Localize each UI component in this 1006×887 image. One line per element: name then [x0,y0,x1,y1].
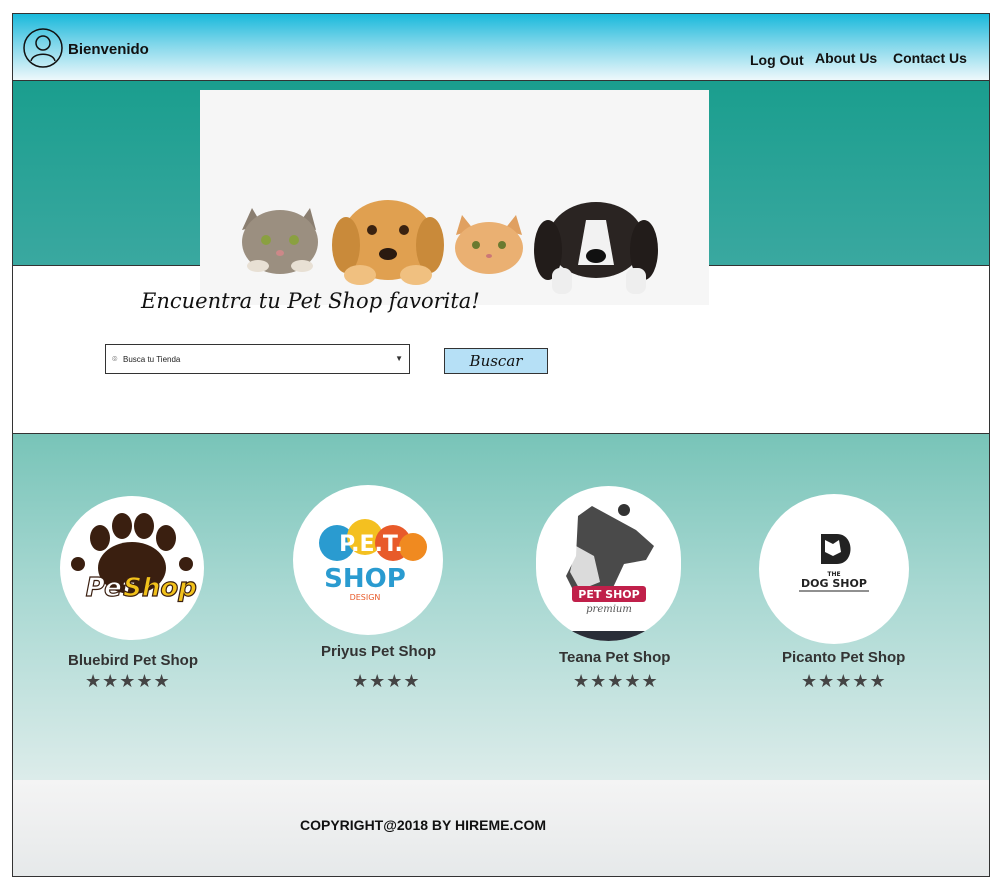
footer: COPYRIGHT@2018 BY HIREME.COM [13,780,989,876]
page-frame: Bienvenido Log Out About Us Contact Us E… [12,13,990,877]
rating-stars-picanto: ★★★★★ [801,671,887,691]
welcome-text: Bienvenido [68,41,149,58]
tabby-cat-illustration [242,208,318,274]
golden-dog-illustration [332,200,444,285]
priyus-logo[interactable]: P.E.T. SHOP DESIGN [293,485,443,635]
user-avatar-icon[interactable] [23,28,63,68]
store-search-placeholder: Busca tu Tienda [123,355,181,364]
orange-cat-illustration [455,215,523,274]
teana-logo[interactable]: PET SHOP premium [536,486,681,641]
priyus-logo-text-design: DESIGN [350,593,381,602]
rating-stars-teana: ★★★★★ [573,671,659,691]
teana-logo-text-premium: premium [586,604,632,615]
shop-name-bluebird[interactable]: Bluebird Pet Shop [68,652,198,669]
hero-tagline: Encuentra tu Pet Shop favorita! [141,289,480,313]
shops-section: Pet Shop Bluebird Pet Shop ★★★★★ P.E.T. … [13,433,989,781]
contact-us-link[interactable]: Contact Us [893,50,967,66]
picanto-logo-text-dogshop: DOG SHOP [801,577,867,590]
shop-name-teana[interactable]: Teana Pet Shop [559,649,670,666]
shop-name-priyus[interactable]: Priyus Pet Shop [321,643,436,660]
chevron-down-icon: ▼ [395,354,403,363]
copyright-text: COPYRIGHT@2018 BY HIREME.COM [300,817,546,833]
black-white-dog-illustration [534,202,658,294]
shop-name-picanto[interactable]: Picanto Pet Shop [782,649,905,666]
location-pin-icon: ⌾ [112,354,118,364]
header: Bienvenido Log Out About Us Contact Us [13,14,989,81]
rating-stars-priyus: ★★★★ [352,671,421,691]
logout-link[interactable]: Log Out [750,52,804,68]
priyus-logo-text-pet: P.E.T. [339,532,403,557]
hero-pets-image [200,90,709,305]
picanto-logo[interactable]: THE DOG SHOP [759,494,909,644]
rating-stars-bluebird: ★★★★★ [85,671,171,691]
priyus-logo-text-shop: SHOP [324,564,406,594]
store-search-select[interactable]: ⌾ Busca tu Tienda ▼ [105,344,410,374]
bluebird-logo[interactable]: Pet Shop [60,496,204,640]
bluebird-logo-text-shop: Shop [123,573,197,603]
search-button[interactable]: Buscar [444,348,548,374]
about-us-link[interactable]: About Us [815,50,877,66]
teana-logo-text-petshop: PET SHOP [578,588,639,601]
